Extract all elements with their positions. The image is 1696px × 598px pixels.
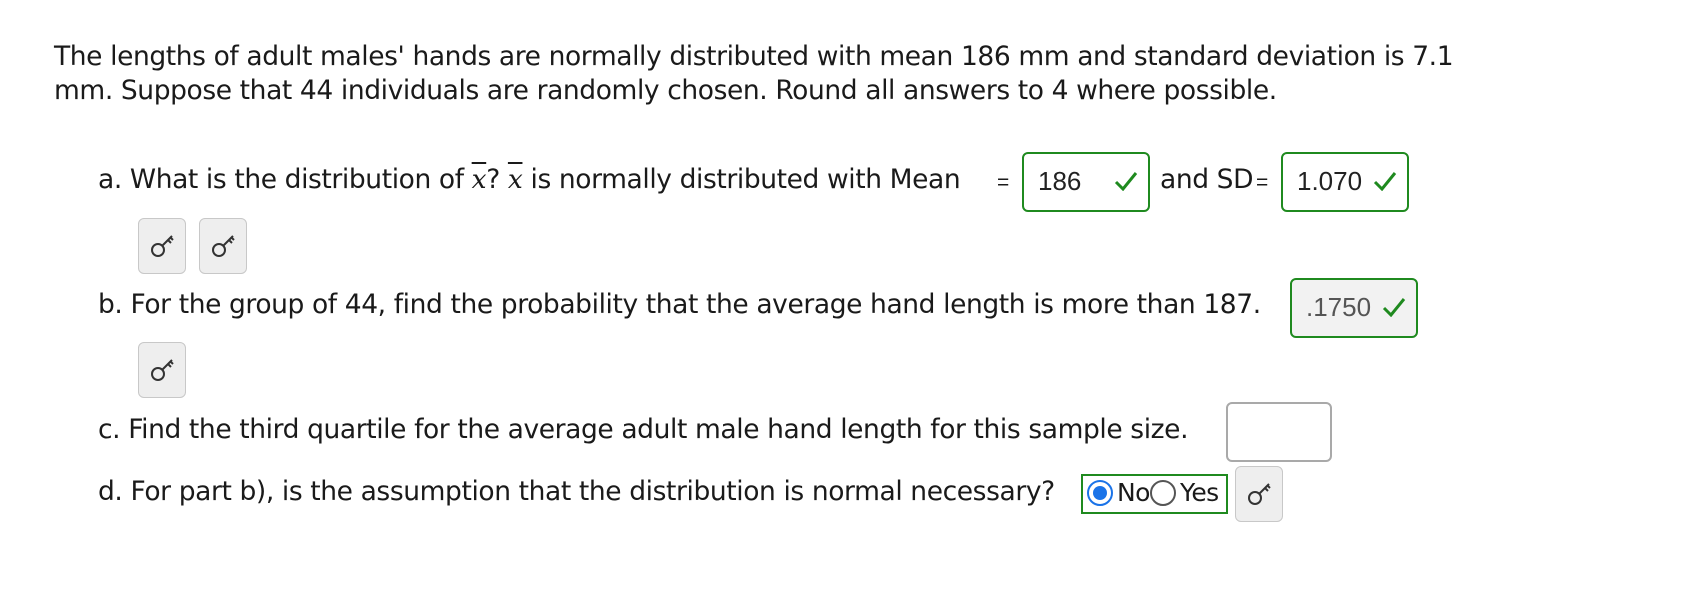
normal-assumption-radio-group: No Yes [1081,474,1228,514]
part-a-prefix: a. What is the distribution of [98,164,472,195]
checkmark-icon [1382,298,1406,317]
equals-sign: = [1256,171,1269,194]
key-icon [212,235,235,257]
probability-answer-field[interactable] [1290,278,1418,338]
key-button-mean[interactable] [138,218,186,274]
part-a-suffix: is normally distributed with Mean [522,164,961,195]
key-icon [151,235,174,257]
radio-button-no[interactable] [1087,480,1113,506]
problem-line-1: The lengths of adult males' hands are no… [54,41,1454,72]
radio-label-no: No [1117,478,1150,507]
third-quartile-input[interactable] [1242,416,1314,447]
key-icon [1248,483,1271,505]
sd-input[interactable] [1297,166,1384,197]
equals-sign: = [997,171,1010,194]
checkmark-icon [1114,172,1138,191]
key-icon [151,359,174,381]
part-b-question: b. For the group of 44, find the probabi… [98,289,1261,320]
sd-answer-field[interactable] [1281,152,1409,212]
key-button-probability[interactable] [138,342,186,398]
x-bar-symbol: x [507,164,523,195]
x-bar-symbol: x [471,164,487,195]
third-quartile-answer-field[interactable] [1226,402,1332,462]
and-sd-label: and SD [1160,164,1254,195]
key-button-sd[interactable] [199,218,247,274]
problem-line-2: mm. Suppose that 44 individuals are rand… [54,75,1277,106]
part-a-question: a. What is the distribution of x? x is n… [98,164,961,195]
probability-input[interactable] [1306,292,1393,323]
mean-input[interactable] [1038,166,1125,197]
part-c-question: c. Find the third quartile for the avera… [98,414,1189,445]
part-d-question: d. For part b), is the assumption that t… [98,476,1055,507]
problem-page: The lengths of adult males' hands are no… [0,0,1696,598]
problem-statement: The lengths of adult males' hands are no… [54,40,1494,108]
part-a-mid: ? [486,164,508,195]
radio-label-yes: Yes [1180,478,1219,507]
mean-answer-field[interactable] [1022,152,1150,212]
checkmark-icon [1373,172,1397,191]
key-button-assumption[interactable] [1235,466,1283,522]
radio-button-yes[interactable] [1150,480,1176,506]
